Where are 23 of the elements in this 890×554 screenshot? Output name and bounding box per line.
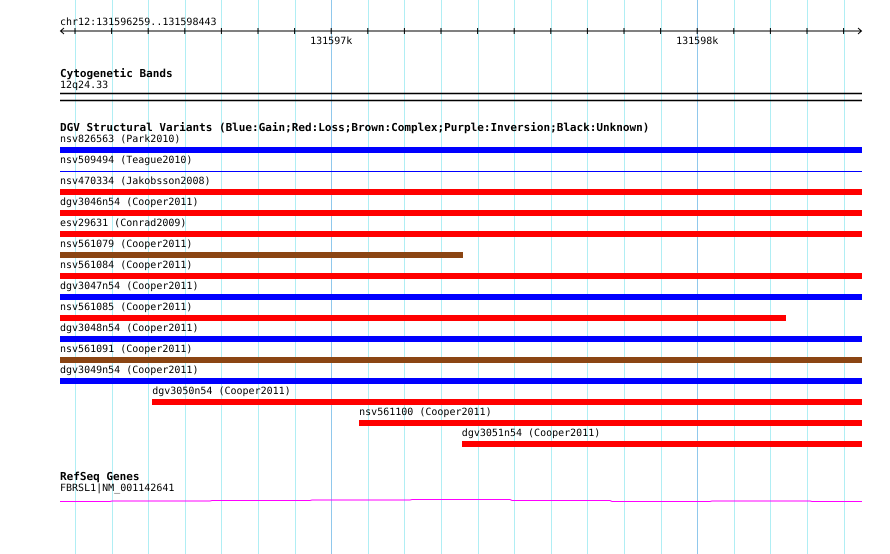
variant-label: nsv470334 (Jakobsson2008) xyxy=(60,176,211,188)
track-title: DGV Structural Variants (Blue:Gain;Red:Loss;Brown:Complex;Purple:Inversion;Black:Unknown) xyxy=(60,121,650,134)
track-title: Cytogenetic Bands xyxy=(60,67,173,80)
variant-label: nsv509494 (Teague2010) xyxy=(60,155,192,167)
variant-label: nsv561085 (Cooper2011) xyxy=(60,302,192,314)
variant-label: nsv826563 (Park2010) xyxy=(60,134,180,146)
variant-label: nsv561100 (Cooper2011) xyxy=(359,407,492,419)
gene-label: FBRSL1|NM_001142641 xyxy=(60,483,174,495)
variant-label: dgv3051n54 (Cooper2011) xyxy=(462,428,600,440)
variant-label: dgv3050n54 (Cooper2011) xyxy=(152,386,291,398)
variant-label: dgv3047n54 (Cooper2011) xyxy=(60,281,198,293)
range-label: chr12:131596259..131598443 xyxy=(60,17,217,28)
band-label: 12q24.33 xyxy=(60,80,108,92)
variant-label: nsv561091 (Cooper2011) xyxy=(60,344,192,356)
variant-label: esv29631 (Conrad2009) xyxy=(60,218,186,230)
tick-label: 131597k xyxy=(310,36,352,47)
variant-label: nsv561084 (Cooper2011) xyxy=(60,260,192,272)
track-title: RefSeq Genes xyxy=(60,470,140,483)
tick-label: 131598k xyxy=(676,36,718,47)
variant-label: dgv3049n54 (Cooper2011) xyxy=(60,365,198,377)
variant-label: dgv3048n54 (Cooper2011) xyxy=(60,323,198,335)
variant-label: nsv561079 (Cooper2011) xyxy=(60,239,192,251)
variant-label: dgv3046n54 (Cooper2011) xyxy=(60,197,198,209)
